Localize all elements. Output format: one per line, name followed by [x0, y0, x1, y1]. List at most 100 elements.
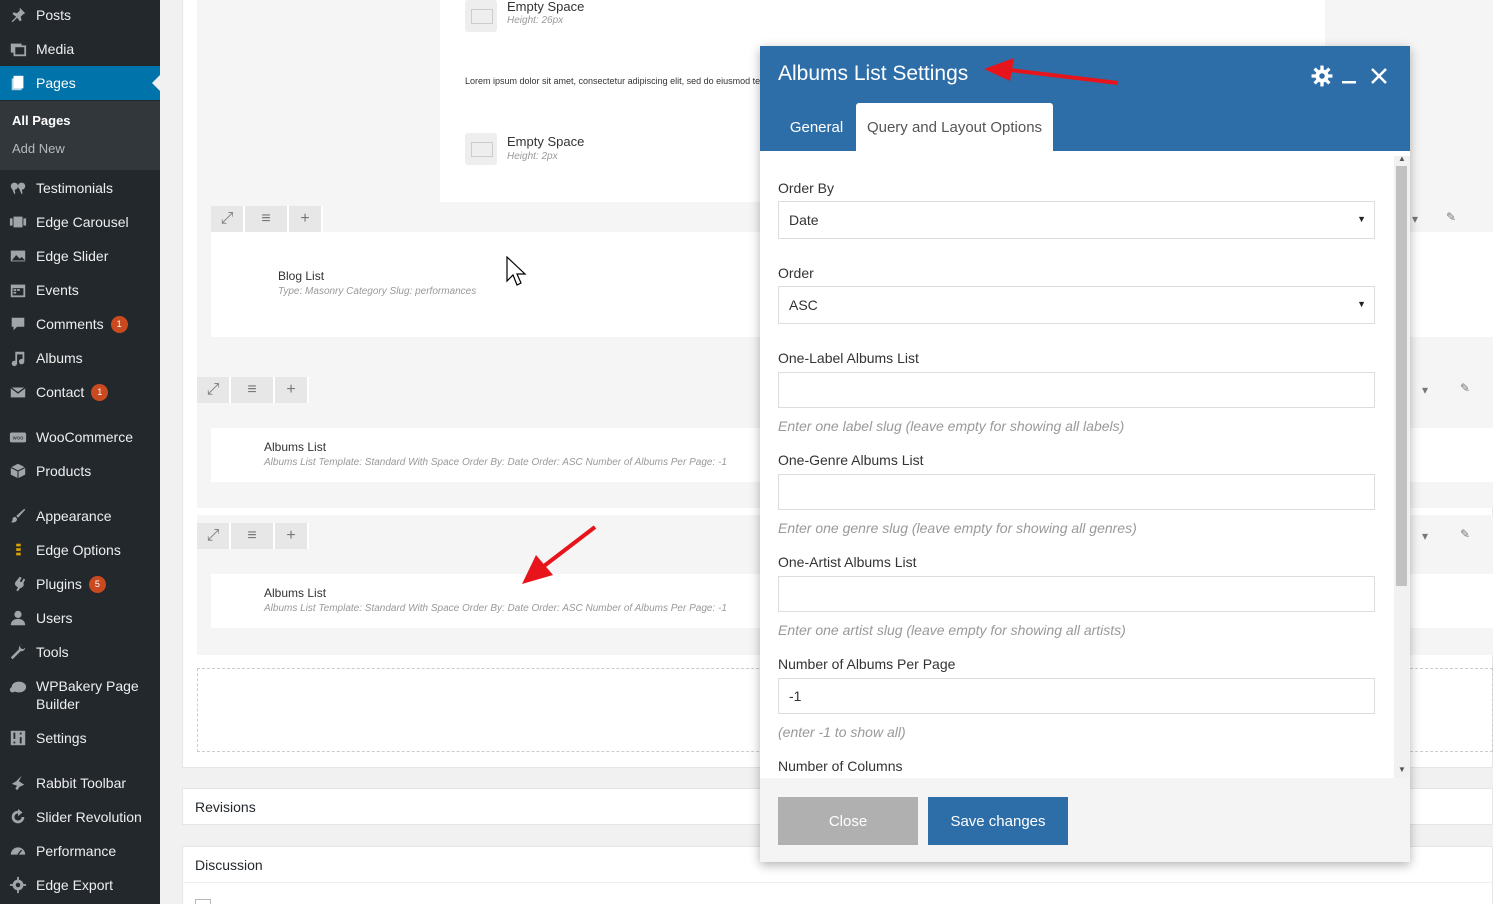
modal-body: Order By Date ▼ Order ASC ▼ One-Label Al… — [760, 151, 1410, 778]
sidebar-item-wpbakery[interactable]: WPBakery Page Builder — [0, 669, 160, 721]
sidebar-item-edge-export[interactable]: Edge Export — [0, 868, 160, 902]
admin-sidebar: Posts Media Pages All Pages Add New Test… — [0, 0, 160, 904]
sidebar-item-label: Media — [36, 41, 75, 57]
sidebar-item-label: Edge Export — [36, 877, 114, 893]
scrollbar-thumb[interactable] — [1396, 166, 1407, 586]
allow-comments-checkbox[interactable] — [195, 899, 211, 904]
contact-count-badge: 1 — [91, 383, 109, 401]
comments-count-badge: 1 — [110, 315, 128, 333]
chevron-down-icon[interactable]: ▾ — [1422, 529, 1428, 543]
order-by-select[interactable]: Date ▼ — [778, 201, 1375, 239]
sidebar-item-testimonials[interactable]: Testimonials — [0, 171, 160, 205]
sidebar-item-label: Comments — [36, 316, 104, 332]
sidebar-item-comments[interactable]: Comments 1 — [0, 307, 160, 341]
sidebar-item-label: Pages — [36, 75, 76, 91]
edit-pencil-icon[interactable]: ✎ — [1446, 210, 1456, 224]
sidebar-item-edge-carousel[interactable]: Edge Carousel — [0, 205, 160, 239]
close-icon[interactable] — [1367, 64, 1391, 88]
per-page-input[interactable]: -1 — [778, 678, 1375, 714]
gear-icon[interactable] — [1310, 64, 1334, 88]
modal-scrollbar[interactable]: ▲ ▼ — [1394, 154, 1410, 778]
close-button[interactable]: Close — [778, 797, 918, 845]
order-label: Order — [778, 265, 814, 281]
chevron-down-icon[interactable]: ▾ — [1422, 383, 1428, 397]
one-artist-input[interactable] — [778, 576, 1375, 612]
carousel-icon — [8, 212, 28, 232]
sidebar-item-albums[interactable]: Albums — [0, 341, 160, 375]
edit-pencil-icon[interactable]: ✎ — [1460, 527, 1470, 541]
slider-icon — [8, 246, 28, 266]
add-icon[interactable]: + — [275, 523, 309, 549]
sidebar-item-pages[interactable]: Pages — [0, 66, 160, 100]
sidebar-item-label: Edge Carousel — [36, 214, 129, 230]
gear-icon — [8, 875, 28, 895]
sidebar-item-label: Tools — [36, 644, 69, 660]
user-icon — [8, 608, 28, 628]
sidebar-item-label: Edge Slider — [36, 248, 109, 264]
per-page-label: Number of Albums Per Page — [778, 656, 956, 672]
plug-icon — [8, 574, 28, 594]
edit-pencil-icon[interactable]: ✎ — [1460, 381, 1470, 395]
lorem-text-block[interactable]: Lorem ipsum dolor sit amet, consectetur … — [465, 76, 760, 86]
sidebar-item-tools[interactable]: Tools — [0, 635, 160, 669]
row-toolbar: ⤢ ≡ + — [197, 377, 309, 403]
scroll-up-icon[interactable]: ▲ — [1398, 154, 1406, 163]
sidebar-item-events[interactable]: Events — [0, 273, 160, 307]
sidebar-item-plugins[interactable]: Plugins 5 — [0, 567, 160, 601]
drag-handle-icon[interactable]: ≡ — [231, 377, 275, 403]
element-title: Albums List — [264, 586, 327, 600]
chevron-down-icon[interactable]: ▾ — [1412, 212, 1418, 226]
one-label-help: Enter one label slug (leave empty for sh… — [778, 418, 1125, 434]
scroll-down-icon[interactable]: ▼ — [1398, 765, 1406, 774]
submenu-all-pages[interactable]: All Pages — [12, 113, 71, 128]
fullscreen-icon[interactable]: ⤢ — [197, 377, 231, 403]
music-note-icon — [8, 348, 28, 368]
one-genre-input[interactable] — [778, 474, 1375, 510]
element-params: Albums List Template: Standard With Spac… — [264, 457, 727, 468]
media-icon — [8, 39, 28, 59]
row-toolbar: ⤢ ≡ + — [197, 523, 309, 549]
sidebar-item-label: Products — [36, 463, 92, 479]
submenu-add-new[interactable]: Add New — [12, 141, 65, 156]
sidebar-item-users[interactable]: Users — [0, 601, 160, 635]
add-icon[interactable]: + — [275, 377, 309, 403]
sidebar-item-label: Events — [36, 282, 79, 298]
sidebar-item-appearance[interactable]: Appearance — [0, 499, 160, 533]
sidebar-item-contact[interactable]: Contact 1 — [0, 375, 160, 409]
sidebar-item-rabbit-toolbar[interactable]: Rabbit Toolbar — [0, 766, 160, 800]
sidebar-item-edge-slider[interactable]: Edge Slider — [0, 239, 160, 273]
per-page-help: (enter -1 to show all) — [778, 724, 906, 740]
discussion-title[interactable]: Discussion — [195, 857, 263, 873]
drag-handle-icon[interactable]: ≡ — [231, 523, 275, 549]
fullscreen-icon[interactable]: ⤢ — [197, 523, 231, 549]
box-icon — [8, 461, 28, 481]
sidebar-item-edge-options[interactable]: Edge Options — [0, 533, 160, 567]
plugins-update-badge: 5 — [88, 575, 106, 593]
fullscreen-icon[interactable]: ⤢ — [211, 206, 245, 232]
save-changes-button[interactable]: Save changes — [928, 797, 1068, 845]
sidebar-item-media[interactable]: Media — [0, 32, 160, 66]
tab-general[interactable]: General — [778, 103, 855, 151]
one-genre-help: Enter one genre slug (leave empty for sh… — [778, 520, 1137, 536]
sidebar-item-products[interactable]: Products — [0, 454, 160, 488]
add-icon[interactable]: + — [289, 206, 323, 232]
pages-icon — [8, 73, 28, 93]
sidebar-item-posts[interactable]: Posts — [0, 0, 160, 32]
sidebar-item-slider-revolution[interactable]: Slider Revolution — [0, 800, 160, 834]
brush-icon — [8, 506, 28, 526]
sidebar-item-settings[interactable]: Settings — [0, 721, 160, 755]
drag-handle-icon[interactable]: ≡ — [245, 206, 289, 232]
element-title: Albums List — [264, 440, 327, 454]
tab-query-layout[interactable]: Query and Layout Options — [856, 103, 1053, 151]
minimize-icon[interactable] — [1337, 64, 1361, 88]
sidebar-item-performance[interactable]: Performance — [0, 834, 160, 868]
one-label-input[interactable] — [778, 372, 1375, 408]
sidebar-item-woocommerce[interactable]: woo WooCommerce — [0, 420, 160, 454]
columns-label: Number of Columns — [778, 758, 903, 774]
revisions-title[interactable]: Revisions — [195, 799, 256, 815]
sidebar-item-label: WooCommerce — [36, 429, 133, 445]
quote-icon — [8, 178, 28, 198]
order-select[interactable]: ASC ▼ — [778, 286, 1375, 324]
empty-space-height: Height: 26px — [507, 15, 564, 26]
dropdown-caret-icon: ▼ — [1357, 299, 1366, 309]
